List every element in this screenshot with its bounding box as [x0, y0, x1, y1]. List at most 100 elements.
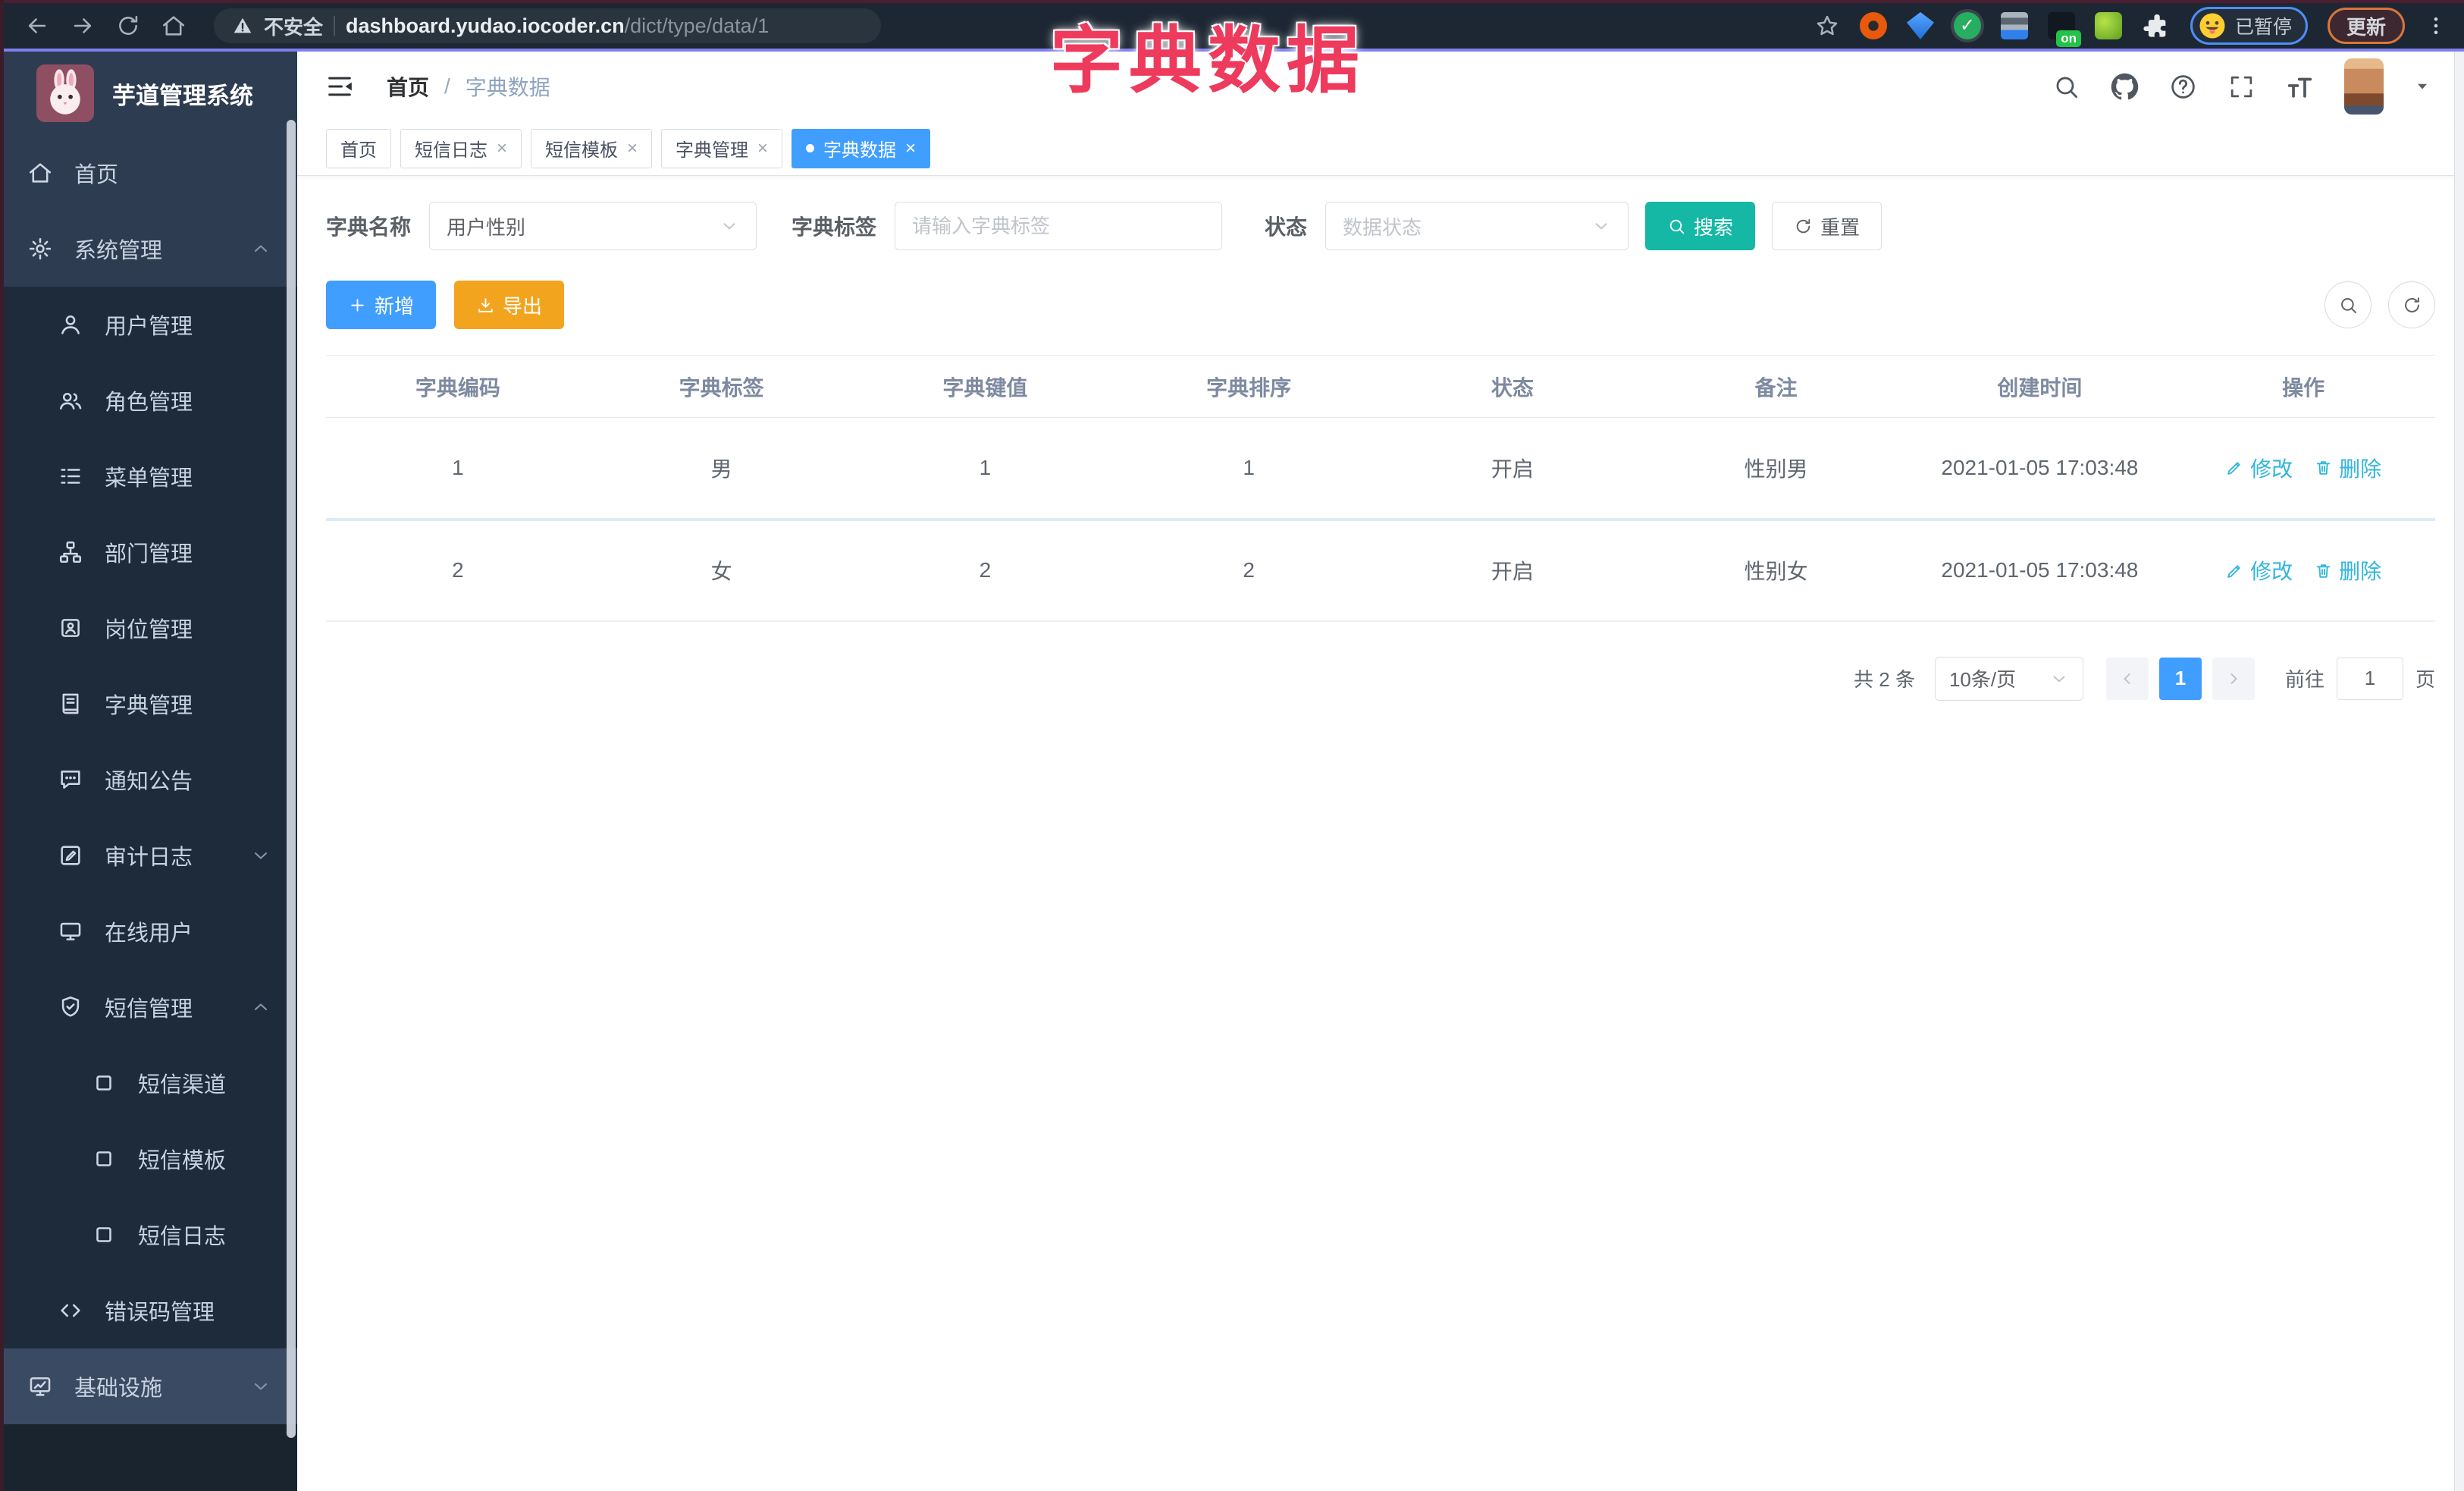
sidebar-item-9[interactable]: 审计日志 — [0, 818, 297, 893]
url-path: /dict/type/data/1 — [624, 14, 770, 37]
delete-link[interactable]: 删除 — [2314, 453, 2381, 483]
sidebar-item-3[interactable]: 角色管理 — [0, 363, 297, 438]
orange-extension-icon[interactable] — [1859, 12, 1887, 39]
column-header: 字典键值 — [853, 355, 1118, 418]
switch-extension-icon[interactable]: on — [2047, 12, 2081, 47]
tab-3[interactable]: 字典管理 × — [661, 128, 783, 168]
sidebar-item-label: 字典管理 — [105, 694, 193, 718]
green-leaf-extension-icon[interactable] — [2094, 12, 2122, 39]
prev-page-button[interactable] — [2105, 657, 2149, 700]
reload-icon[interactable] — [115, 13, 141, 39]
sidebar-item-6[interactable]: 岗位管理 — [0, 590, 297, 666]
overlay-page-title: 字典数据 — [1050, 20, 1365, 102]
tab-label: 字典管理 — [676, 140, 749, 161]
sidebar-item-10[interactable]: 在线用户 — [0, 893, 297, 969]
sidebar-item-8[interactable]: 通知公告 — [0, 742, 297, 818]
plus-icon — [348, 296, 367, 315]
tab-1[interactable]: 短信日志 × — [400, 128, 522, 168]
bars-extension-icon[interactable] — [2000, 12, 2028, 39]
tab-4[interactable]: 字典数据 × — [792, 128, 931, 168]
sidebar-item-12[interactable]: 短信渠道 — [0, 1045, 297, 1121]
reset-button[interactable]: 重置 — [1772, 202, 1882, 250]
browser-menu-dots-icon[interactable] — [2425, 14, 2447, 37]
add-button[interactable]: 新增 — [326, 281, 437, 329]
sidebar-item-label: 基础设施 — [74, 1376, 163, 1401]
page-size-select[interactable]: 10条/页 — [1934, 656, 2083, 701]
square-icon — [91, 1146, 117, 1172]
sidebar-item-label: 短信渠道 — [138, 1073, 227, 1097]
sidebar-item-1[interactable]: 系统管理 — [0, 211, 297, 287]
next-page-button[interactable] — [2212, 657, 2255, 700]
user-avatar[interactable] — [2344, 58, 2384, 115]
github-icon[interactable] — [2111, 73, 2139, 101]
sidebar-item-7[interactable]: 字典管理 — [0, 666, 297, 742]
search-button[interactable]: 搜索 — [1645, 202, 1756, 250]
tab-label: 短信模板 — [545, 140, 619, 161]
table-cell: 2 — [853, 519, 1118, 622]
update-browser-button[interactable]: 更新 — [2327, 8, 2405, 44]
current-page-button[interactable]: 1 — [2158, 657, 2202, 700]
tab-2[interactable]: 短信模板 × — [531, 128, 653, 168]
table-cell: 男 — [589, 417, 854, 521]
column-header: 创建时间 — [1908, 355, 2172, 418]
green-check-extension-icon[interactable] — [1953, 12, 1981, 39]
sidebar-item-0[interactable]: 首页 — [0, 135, 297, 211]
browser-home-icon[interactable] — [161, 13, 187, 39]
chevron-up-icon — [250, 238, 271, 259]
sidebar-item-label: 系统管理 — [74, 239, 163, 263]
goto-label: 前往 — [2284, 668, 2324, 691]
tab-close-icon[interactable]: × — [905, 139, 916, 158]
bookmark-star-icon[interactable] — [1814, 13, 1840, 39]
emoji-avatar-icon — [2199, 12, 2226, 39]
sidebar-item-11[interactable]: 短信管理 — [0, 969, 297, 1045]
sidebar-item-14[interactable]: 短信日志 — [0, 1197, 297, 1273]
address-bar[interactable]: 不安全 dashboard.yudao.iocoder.cn/dict/type… — [214, 8, 881, 43]
blue-gem-extension-icon[interactable] — [1906, 12, 1934, 39]
status-placeholder: 数据状态 — [1343, 215, 1422, 239]
back-icon[interactable] — [24, 13, 50, 39]
status-select[interactable]: 数据状态 — [1325, 202, 1629, 250]
dict-tag-input[interactable] — [912, 214, 1205, 238]
help-icon[interactable] — [2169, 73, 2197, 101]
dict-name-select[interactable]: 用户性别 — [429, 202, 757, 250]
breadcrumb-home[interactable]: 首页 — [387, 71, 429, 102]
sidebar-item-label: 菜单管理 — [105, 466, 193, 491]
tab-close-icon[interactable]: × — [627, 139, 638, 158]
app-title: 芋道管理系统 — [112, 82, 253, 109]
sidebar-item-13[interactable]: 短信模板 — [0, 1121, 297, 1197]
collapse-sidebar-icon[interactable] — [324, 71, 355, 102]
home-icon — [27, 160, 53, 186]
tab-close-icon[interactable]: × — [497, 139, 507, 158]
font-size-icon[interactable] — [2286, 73, 2314, 101]
sidebar-scrollbar[interactable] — [287, 120, 296, 1438]
table-cell: 2021-01-05 17:03:48 — [1908, 519, 2172, 622]
goto-page-input[interactable] — [2336, 657, 2403, 700]
sidebar-item-5[interactable]: 部门管理 — [0, 514, 297, 590]
edit-link[interactable]: 修改 — [2225, 453, 2293, 483]
sidebar-item-15[interactable]: 错误码管理 — [0, 1273, 297, 1348]
refresh-table-button[interactable] — [2388, 281, 2435, 328]
export-button[interactable]: 导出 — [454, 281, 565, 329]
page-scrollbar[interactable] — [2454, 52, 2464, 1491]
page-content: 字典名称 用户性别 字典标签 状态 数据状态 — [297, 176, 2464, 1491]
fullscreen-icon[interactable] — [2227, 73, 2256, 101]
toggle-search-button[interactable] — [2324, 281, 2372, 328]
puzzle-extension-icon[interactable] — [2142, 11, 2171, 40]
browser-nav — [12, 13, 187, 39]
refresh-icon — [1794, 217, 1813, 236]
app-logo[interactable]: 芋道管理系统 — [0, 52, 297, 135]
sidebar-item-2[interactable]: 用户管理 — [0, 287, 297, 363]
on-badge: on — [2056, 30, 2081, 47]
avatar-caret-down-icon[interactable] — [2414, 78, 2431, 95]
forward-icon[interactable] — [70, 13, 96, 39]
delete-link[interactable]: 删除 — [2314, 555, 2381, 585]
edit-link[interactable]: 修改 — [2225, 555, 2293, 585]
tab-close-icon[interactable]: × — [757, 139, 768, 158]
user-icon — [58, 312, 83, 337]
search-icon[interactable] — [2052, 73, 2080, 101]
sidebar-item-16[interactable]: 基础设施 — [0, 1348, 297, 1424]
profile-paused-button[interactable]: 已暂停 — [2190, 7, 2308, 45]
reset-button-label: 重置 — [1820, 215, 1861, 239]
tab-0[interactable]: 首页 — [326, 128, 391, 168]
sidebar-item-4[interactable]: 菜单管理 — [0, 438, 297, 514]
